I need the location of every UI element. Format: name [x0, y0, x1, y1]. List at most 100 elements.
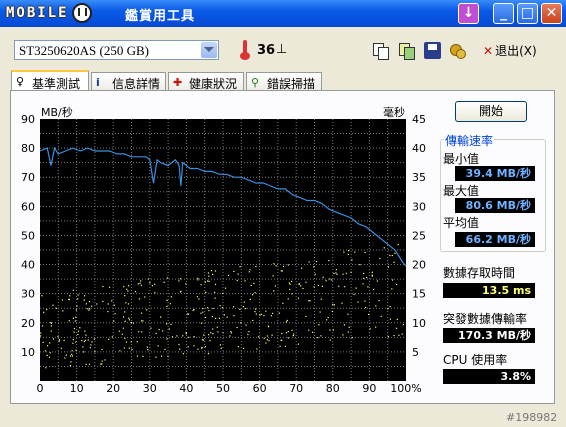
access-time-point	[322, 276, 324, 278]
access-time-point	[167, 355, 169, 357]
access-time-point	[389, 318, 391, 320]
access-time-point	[249, 298, 251, 300]
x-tick-label: 10	[70, 382, 84, 395]
access-time-point	[128, 285, 130, 287]
x-tick-label: 80	[326, 382, 340, 395]
access-time-point	[155, 356, 157, 358]
access-time-point	[139, 282, 141, 284]
access-time-point	[272, 275, 274, 277]
access-time-point	[201, 339, 203, 341]
y-right-tick-label: 10	[412, 317, 426, 330]
access-time-point	[255, 265, 257, 268]
access-time-point	[163, 281, 165, 283]
access-time-point	[364, 251, 366, 254]
min-label: 最小值	[443, 152, 480, 166]
access-time-point	[75, 316, 77, 318]
access-time-point	[245, 324, 247, 326]
access-time-point	[376, 280, 378, 282]
access-time-point	[210, 332, 212, 334]
access-time-point	[212, 307, 214, 310]
access-time-point	[162, 330, 164, 332]
y-axis-left-label: MB/秒	[41, 105, 73, 119]
access-time-point	[204, 346, 206, 348]
access-time-point	[289, 288, 291, 291]
access-time-point	[52, 338, 55, 340]
access-time-point	[41, 295, 43, 297]
access-time-point	[332, 329, 334, 331]
access-time-point	[208, 310, 210, 312]
access-time-point	[154, 292, 156, 294]
access-time-point	[114, 313, 116, 315]
access-time-point	[136, 355, 139, 357]
access-time-point	[314, 273, 316, 275]
access-time-point	[283, 265, 285, 268]
start-button[interactable]: 開始	[455, 101, 527, 122]
access-time-point	[350, 271, 352, 273]
access-time-point	[179, 278, 182, 280]
access-time-point	[212, 333, 214, 335]
access-time-point	[208, 275, 210, 277]
y-left-tick-label: 80	[21, 142, 35, 155]
access-time-point	[293, 333, 295, 335]
y-right-tick-label: 15	[412, 288, 426, 301]
access-time-point	[297, 343, 300, 345]
access-time-point	[341, 302, 343, 304]
access-time-point	[75, 349, 77, 351]
access-time-point	[397, 244, 399, 246]
y-axis-right-label: 毫秒	[383, 105, 405, 119]
access-time-point	[200, 284, 202, 286]
access-time-point	[285, 321, 288, 323]
access-time-point	[188, 336, 190, 338]
access-time-point	[367, 286, 369, 288]
access-time-point	[278, 312, 280, 314]
access-time-point	[45, 367, 47, 369]
access-time-point	[87, 339, 89, 341]
access-time-point	[107, 311, 109, 313]
access-time-point	[208, 334, 210, 336]
access-time-point	[136, 341, 138, 343]
access-time-point	[69, 364, 72, 367]
access-time-point	[111, 336, 113, 338]
access-time-point	[134, 291, 137, 293]
access-time-point	[308, 261, 310, 263]
y-right-tick-label: 5	[412, 346, 419, 359]
access-time-point	[161, 355, 163, 357]
access-time-point	[286, 319, 288, 322]
access-time-point	[187, 346, 189, 348]
access-time-point	[287, 337, 289, 339]
access-time-point	[158, 329, 160, 331]
burst-rate-value: 170.3 MB/秒	[443, 328, 535, 343]
y-right-tick-label: 35	[412, 171, 426, 184]
access-time-point	[387, 266, 389, 268]
access-time-point	[63, 339, 65, 341]
access-time-point	[146, 346, 148, 348]
access-time-point	[215, 317, 217, 319]
access-time-point	[71, 355, 74, 357]
access-time-point	[373, 288, 375, 291]
max-label: 最大值	[443, 184, 480, 198]
access-time-point	[131, 348, 133, 350]
access-time-point	[329, 339, 331, 341]
access-time-point	[313, 266, 315, 268]
access-time-point	[393, 334, 395, 337]
access-time-point	[88, 363, 91, 365]
access-time-label: 數據存取時間	[443, 266, 516, 280]
access-time-point	[91, 341, 93, 343]
access-time-point	[71, 353, 73, 355]
access-time-point	[77, 330, 79, 332]
access-time-point	[46, 354, 48, 356]
access-time-point	[338, 285, 340, 287]
y-left-tick-label: 30	[21, 288, 35, 301]
access-time-point	[305, 315, 307, 317]
access-time-point	[375, 326, 377, 328]
access-time-point	[202, 308, 204, 310]
access-time-point	[166, 323, 168, 325]
access-time-point	[89, 308, 91, 310]
access-time-point	[389, 254, 391, 257]
access-time-point	[301, 267, 303, 269]
access-time-point	[123, 316, 125, 318]
access-time-point	[329, 278, 331, 280]
access-time-point	[108, 338, 110, 340]
access-time-point	[89, 347, 91, 349]
access-time-point	[71, 350, 73, 352]
